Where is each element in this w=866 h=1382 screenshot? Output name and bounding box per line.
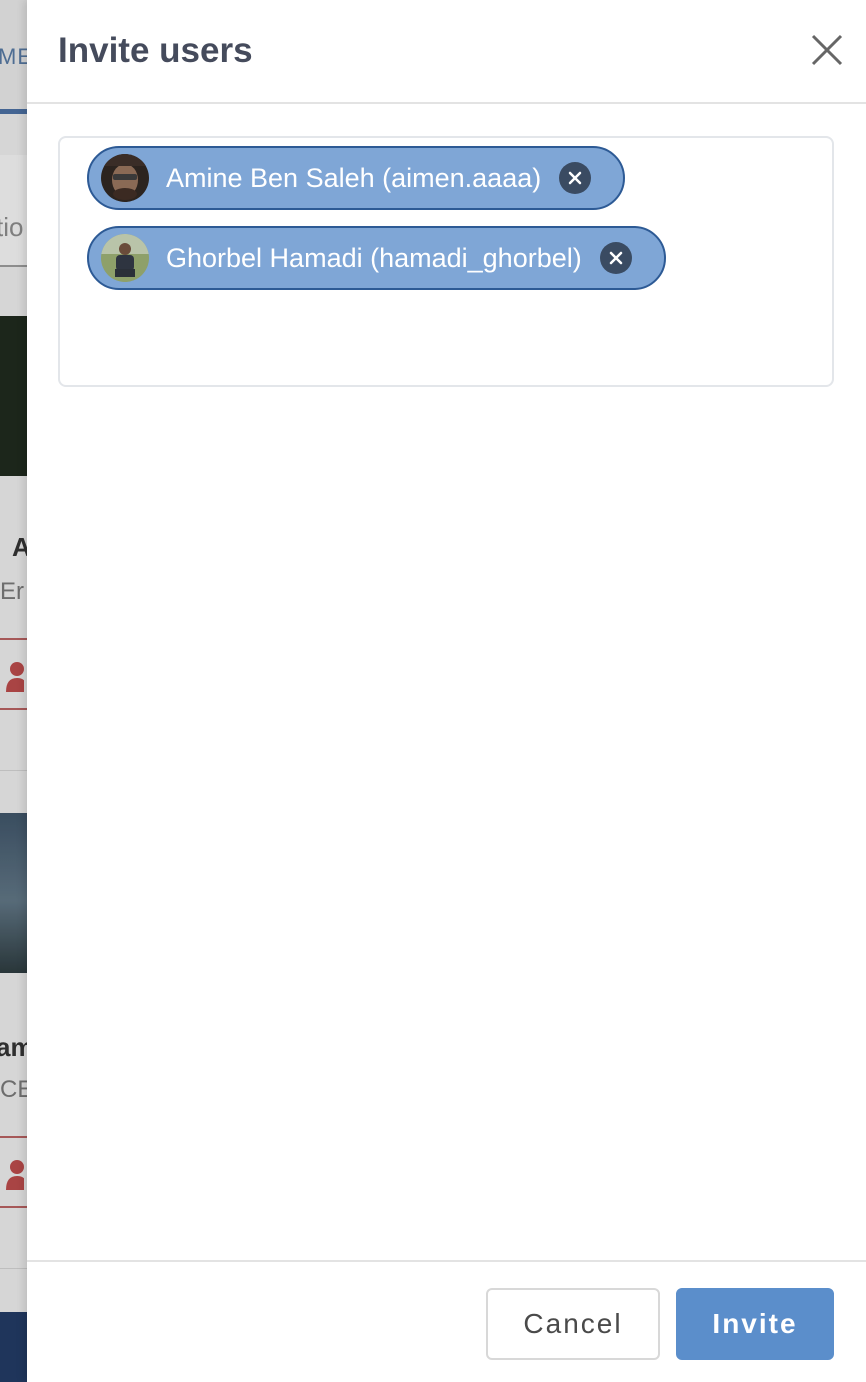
avatar	[101, 154, 149, 202]
selected-user-chip: Ghorbel Hamadi (hamadi_ghorbel)	[87, 226, 666, 290]
avatar-photo	[101, 154, 149, 202]
background-page: ME tio A Er am CE	[0, 0, 27, 1382]
chip-label: Ghorbel Hamadi (hamadi_ghorbel)	[166, 242, 582, 273]
avatar-photo	[101, 234, 149, 282]
selected-user-chip: Amine Ben Saleh (aimen.aaaa)	[87, 146, 625, 210]
cancel-button[interactable]: Cancel	[486, 1288, 660, 1360]
modal-header: Invite users	[27, 0, 866, 104]
remove-icon[interactable]	[599, 242, 632, 274]
backdrop-overlay[interactable]	[0, 0, 27, 1382]
user-select-input[interactable]: Amine Ben Saleh (aimen.aaaa) Ghorbel Ham…	[58, 136, 834, 387]
invite-button[interactable]: Invite	[676, 1288, 834, 1360]
avatar	[101, 234, 149, 282]
modal-footer: Cancel Invite	[27, 1260, 866, 1382]
remove-icon[interactable]	[559, 162, 592, 194]
invite-users-modal: Invite users Amine Ben Saleh (aimen.aaaa…	[27, 0, 866, 1382]
modal-title: Invite users	[58, 31, 253, 70]
chip-label: Amine Ben Saleh (aimen.aaaa)	[166, 162, 542, 193]
close-icon[interactable]	[807, 30, 847, 70]
